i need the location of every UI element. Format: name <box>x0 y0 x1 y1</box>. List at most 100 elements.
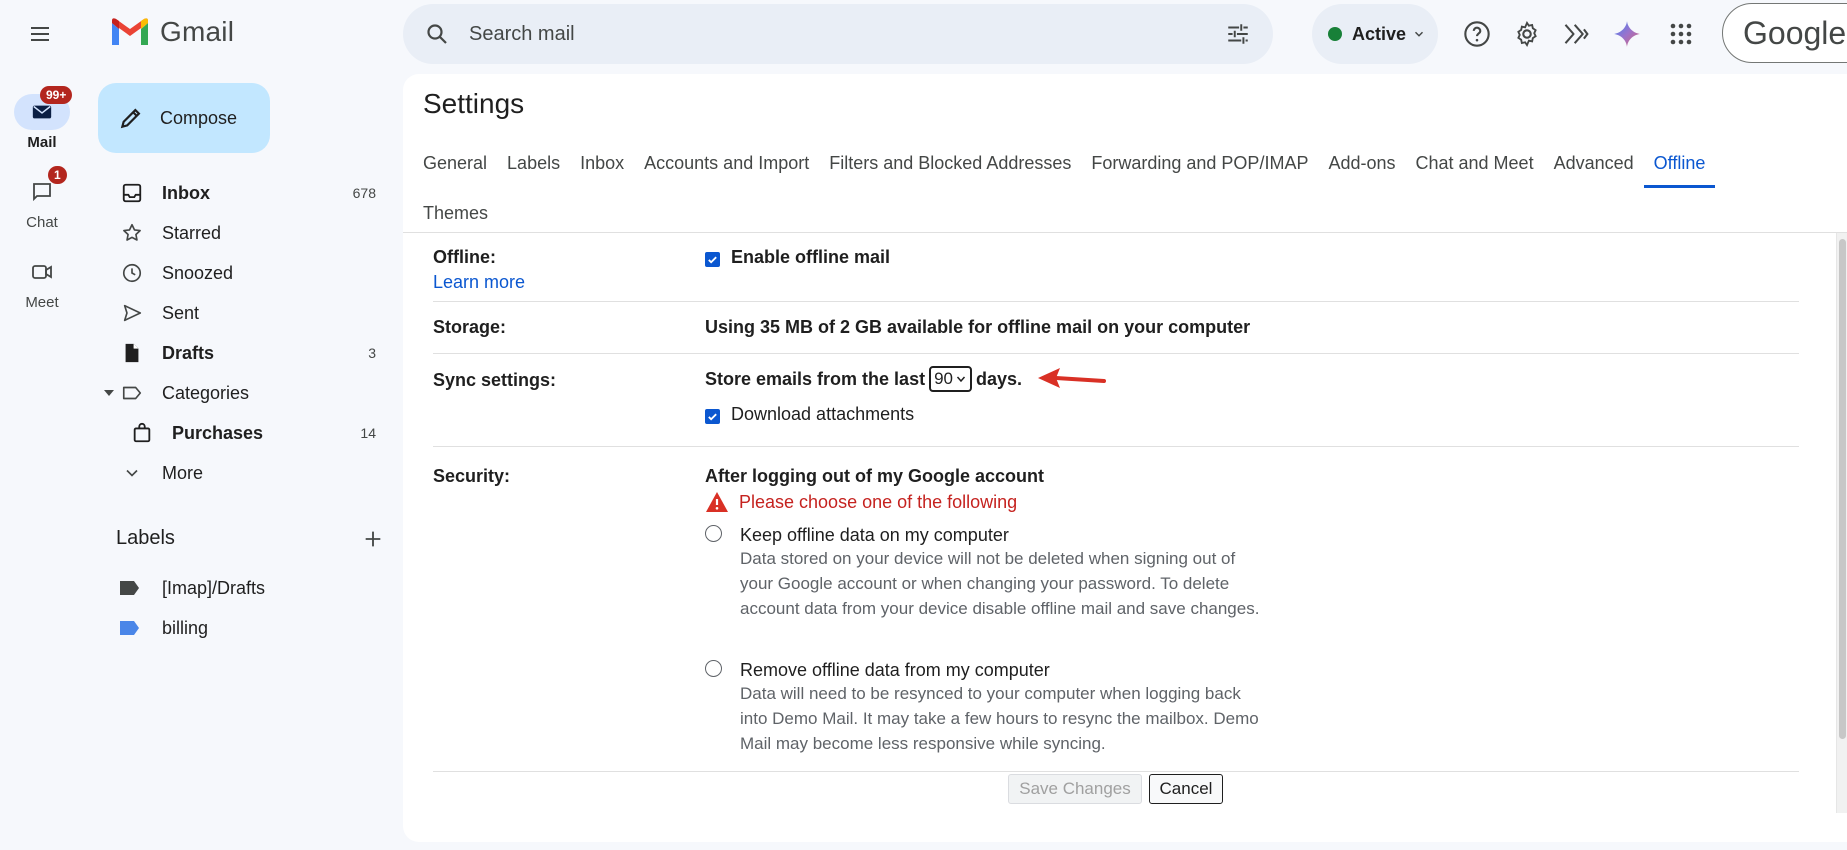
gmail-logo[interactable]: Gmail <box>110 12 234 52</box>
tab-themes[interactable]: Themes <box>413 188 498 238</box>
help-icon <box>1464 21 1490 47</box>
labels-title: Labels <box>116 527 175 549</box>
compose-button[interactable]: Compose <box>98 83 270 153</box>
storage-usage: Using 35 MB of 2 GB available for offlin… <box>705 317 1251 337</box>
warning-text: Please choose one of the following <box>739 491 1018 512</box>
nav-label: Starred <box>162 222 222 243</box>
remove-data-content: Remove offline data from my computer Dat… <box>740 660 1260 756</box>
days-select[interactable]: 90 <box>929 366 972 392</box>
nav-count: 678 <box>352 185 376 201</box>
label-name: [Imap]/Drafts <box>162 577 266 598</box>
search-options-icon[interactable] <box>1225 21 1251 47</box>
clock-icon <box>122 263 142 283</box>
settings-button[interactable] <box>1506 13 1548 55</box>
tab-add-ons[interactable]: Add-ons <box>1318 138 1405 188</box>
nav-item-starred[interactable]: Starred <box>84 213 388 253</box>
store-emails-setting: Store emails from the last 90 days. <box>705 366 1107 392</box>
settings-scrollbar[interactable] <box>1836 233 1847 813</box>
storage-row: Storage: Using 35 MB of 2 GB available f… <box>433 302 1799 354</box>
label-icon <box>120 581 139 595</box>
tab-inbox[interactable]: Inbox <box>570 138 634 188</box>
chevron-down-icon <box>1415 31 1424 37</box>
keep-data-content: Keep offline data on my computer Data st… <box>740 525 1260 621</box>
support-button[interactable] <box>1456 13 1498 55</box>
nav-item-snoozed[interactable]: Snoozed <box>84 253 388 293</box>
draft-icon <box>125 343 139 363</box>
enable-offline-option[interactable]: Enable offline mail <box>705 247 890 268</box>
tab-advanced[interactable]: Advanced <box>1544 138 1644 188</box>
nav-label: Sent <box>162 302 200 323</box>
nav-item-categories[interactable]: Categories <box>84 373 388 413</box>
security-row: Security: After logging out of my Google… <box>433 447 1799 772</box>
nav-count: 3 <box>368 345 376 361</box>
tab-chat-and-meet[interactable]: Chat and Meet <box>1406 138 1544 188</box>
nav-label: Categories <box>162 382 250 403</box>
status-dot <box>1328 27 1342 41</box>
nav-item-drafts[interactable]: Drafts 3 <box>84 333 388 373</box>
tab-general[interactable]: General <box>413 138 497 188</box>
cancel-button[interactable]: Cancel <box>1149 774 1223 804</box>
rail-chat[interactable]: 1 Chat <box>0 166 84 231</box>
nav-label: Purchases <box>172 422 264 443</box>
sync-label: Sync settings: <box>433 370 557 390</box>
save-changes-button[interactable]: Save Changes <box>1008 774 1142 804</box>
account-button[interactable]: Google <box>1722 3 1847 63</box>
search-input[interactable] <box>469 22 1225 46</box>
enable-offline-checkbox[interactable] <box>705 252 720 267</box>
video-camera-icon <box>32 265 52 279</box>
tab-filters[interactable]: Filters and Blocked Addresses <box>819 138 1081 188</box>
search-bar[interactable] <box>403 4 1273 64</box>
label-name: billing <box>162 617 209 638</box>
pencil-icon <box>120 108 141 129</box>
security-warning: Please choose one of the following <box>705 491 1017 513</box>
nav-item-sent[interactable]: Sent <box>84 293 388 333</box>
send-icon <box>123 304 142 322</box>
label-item-imap-drafts[interactable]: [Imap]/Drafts <box>120 568 265 608</box>
tab-offline[interactable]: Offline <box>1643 138 1716 188</box>
main-menu-button[interactable] <box>20 14 60 54</box>
nav-item-more[interactable]: More <box>84 453 388 493</box>
download-attachments-checkbox[interactable] <box>705 409 720 424</box>
label-item-billing[interactable]: billing <box>120 608 208 648</box>
storage-label: Storage: <box>433 317 507 337</box>
nav-item-inbox[interactable]: Inbox 678 <box>84 173 388 213</box>
store-emails-prefix: Store emails from the last <box>705 368 926 389</box>
page-title: Settings <box>423 88 525 119</box>
warning-icon <box>706 492 728 512</box>
download-attachments-label: Download attachments <box>731 404 915 424</box>
plus-icon[interactable] <box>362 528 384 550</box>
status-chip[interactable]: Active <box>1312 4 1438 64</box>
tab-forwarding[interactable]: Forwarding and POP/IMAP <box>1081 138 1318 188</box>
download-attachments-option[interactable]: Download attachments <box>705 404 914 425</box>
learn-more-link[interactable]: Learn more <box>433 272 525 293</box>
label-outline-icon <box>122 386 142 400</box>
status-label: Active <box>1352 23 1407 44</box>
gemini-tools-button[interactable] <box>1556 13 1598 55</box>
double-chevron-icon <box>1564 24 1589 44</box>
days-value: 90 <box>934 369 953 388</box>
app-rail: 99+ Mail 1 Chat Meet <box>0 0 84 850</box>
nav-label: Snoozed <box>162 262 234 283</box>
check-icon <box>708 413 717 421</box>
rail-mail[interactable]: 99+ Mail <box>0 86 84 151</box>
rail-meet[interactable]: Meet <box>0 254 84 311</box>
rail-meet-label: Meet <box>25 294 59 311</box>
gear-icon <box>1517 20 1537 48</box>
keep-data-option[interactable] <box>705 525 722 545</box>
scrollbar-thumb[interactable] <box>1839 239 1846 739</box>
security-heading: After logging out of my Google account <box>705 466 1044 486</box>
nav-count: 14 <box>360 425 376 441</box>
search-icon[interactable] <box>425 22 449 46</box>
caret-down-icon[interactable] <box>104 388 114 398</box>
apps-button[interactable] <box>1660 13 1702 55</box>
gemini-button[interactable] <box>1606 13 1648 55</box>
remove-data-radio[interactable] <box>705 660 722 677</box>
chat-icon <box>33 183 51 202</box>
tab-accounts-and-import[interactable]: Accounts and Import <box>634 138 819 188</box>
keep-data-radio[interactable] <box>705 525 722 542</box>
tab-labels[interactable]: Labels <box>497 138 570 188</box>
remove-data-option[interactable] <box>705 660 722 680</box>
check-icon <box>708 256 717 264</box>
compose-label: Compose <box>160 107 238 128</box>
nav-item-purchases[interactable]: Purchases 14 <box>84 413 388 453</box>
